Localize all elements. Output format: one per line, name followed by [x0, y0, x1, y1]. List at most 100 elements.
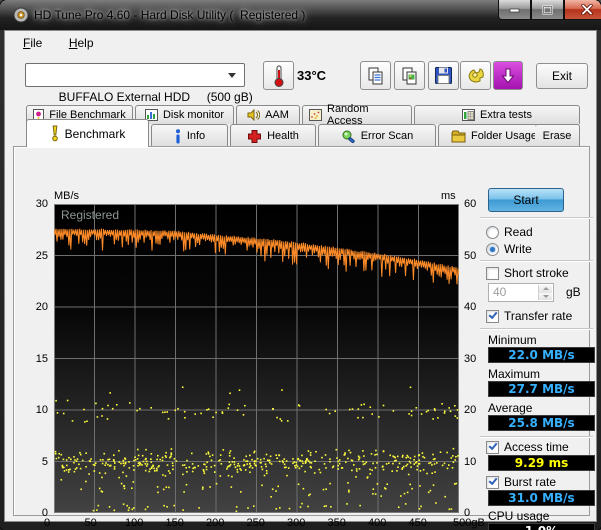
separator	[480, 260, 593, 262]
burst-rate-value: 31.0 MB/s	[488, 490, 595, 506]
tab-label: Folder Usage	[470, 130, 538, 142]
temperature-button[interactable]	[263, 61, 294, 90]
y-right-tick: 60	[464, 198, 477, 210]
checkbox-checked-icon	[486, 475, 499, 489]
tab-label: Extra tests	[480, 109, 532, 121]
drive-select-value: BUFFALO External HDD (500 gB)	[58, 90, 253, 104]
benchmark-chart: Registered	[53, 203, 461, 514]
write-radio[interactable]: Write	[486, 242, 532, 256]
tab-label: Error Scan	[360, 130, 414, 142]
x-tick: 150	[165, 517, 184, 529]
minimum-label: Minimum	[488, 333, 537, 347]
spin-up-icon[interactable]	[539, 285, 552, 293]
short-stroke-spinner[interactable]: 40	[488, 283, 554, 302]
close-button[interactable]	[564, 0, 601, 20]
transfer-rate-checkbox[interactable]: Transfer rate	[486, 309, 572, 323]
menu-help[interactable]: Help	[65, 35, 98, 51]
y-right-tick: 40	[464, 301, 477, 313]
average-value: 25.8 MB/s	[488, 415, 595, 431]
checkbox-icon	[486, 266, 499, 280]
short-stroke-label: Short stroke	[504, 266, 569, 280]
cpu-usage-label: CPU usage	[488, 509, 550, 523]
info-icon	[175, 128, 180, 143]
burst-rate-checkbox[interactable]: Burst rate	[486, 475, 556, 489]
options-icon	[468, 68, 484, 83]
short-stroke-value: 40	[493, 285, 507, 299]
tab-erase-label[interactable]: Erase	[535, 124, 580, 147]
tab-benchmark[interactable]: Benchmark	[26, 119, 149, 147]
tab-label: Info	[186, 130, 206, 142]
y-right-tick: 30	[464, 352, 477, 365]
separator	[480, 436, 593, 438]
menu-file[interactable]: File	[19, 35, 46, 51]
x-tick: 200	[206, 517, 225, 529]
tab-label: Benchmark	[64, 126, 126, 141]
caption-buttons	[498, 0, 601, 20]
minimize-button[interactable]	[498, 0, 531, 20]
app-window: HD Tune Pro 4.60 - Hard Disk Utility ( R…	[0, 0, 601, 530]
hd-tune-logo-icon	[13, 7, 29, 23]
toolbar: BUFFALO External HDD (500 gB) 33°C Exit	[5, 55, 596, 104]
save-button[interactable]	[428, 61, 459, 90]
tab-disk-monitor[interactable]: Disk monitor	[135, 105, 234, 124]
transfer-rate-label: Transfer rate	[504, 309, 573, 323]
write-label: Write	[504, 242, 532, 256]
exit-button[interactable]: Exit	[536, 63, 588, 89]
y-left-tick: 25	[35, 249, 48, 262]
y-left-tick: 15	[35, 352, 48, 365]
short-stroke-unit: gB	[566, 285, 581, 299]
copy-image-button[interactable]	[394, 61, 425, 90]
random-access-icon	[309, 109, 322, 121]
checkbox-checked-icon	[486, 309, 499, 323]
y-right-tick: 50	[464, 249, 477, 262]
y-right-tick: 10	[464, 455, 477, 468]
x-tick: 450	[408, 517, 427, 529]
tab-info[interactable]: Info	[151, 124, 228, 147]
copy-text-button[interactable]	[360, 61, 391, 90]
copy-text-icon	[368, 67, 382, 84]
y-right-tick: 20	[464, 404, 477, 416]
cpu-usage-value: 1.0%	[488, 523, 595, 530]
y-left-axis-title: MB/s	[54, 190, 80, 202]
radio-icon	[486, 225, 499, 239]
y-right-axis-title: ms	[441, 190, 456, 202]
speaker-icon	[247, 109, 261, 121]
spin-down-icon[interactable]	[539, 292, 552, 300]
x-tick: 50	[84, 517, 97, 529]
tab-folder-usage[interactable]: Folder Usage	[438, 124, 550, 147]
spinner-arrows[interactable]	[538, 285, 552, 300]
error-scan-icon	[342, 130, 355, 143]
menu-bar: File Help	[5, 31, 596, 55]
options-button[interactable]	[460, 61, 491, 90]
drive-select-dropdown[interactable]: BUFFALO External HDD (500 gB)	[25, 63, 253, 104]
save-icon	[435, 67, 452, 84]
copy-image-icon	[402, 67, 416, 84]
folder-usage-icon	[451, 130, 466, 142]
tab-extra-tests[interactable]: Extra tests	[414, 105, 580, 124]
read-radio[interactable]: Read	[486, 225, 533, 239]
access-time-checkbox[interactable]: Access time	[486, 440, 569, 454]
access-time-value: 9.29 ms	[488, 455, 595, 471]
title-bar[interactable]: HD Tune Pro 4.60 - Hard Disk Utility ( R…	[0, 0, 601, 30]
y-left-tick: 20	[35, 301, 48, 313]
short-stroke-checkbox[interactable]: Short stroke	[486, 266, 569, 280]
start-button[interactable]: Start	[488, 188, 564, 212]
tab-aam[interactable]: AAM	[236, 105, 300, 124]
tab-label: Erase	[542, 130, 572, 142]
maximize-button[interactable]	[531, 0, 564, 20]
tab-health[interactable]: Health	[230, 124, 316, 147]
chart-plot-area	[53, 203, 461, 514]
x-tick: 300	[287, 517, 306, 529]
y-left-tick: 5	[41, 455, 48, 468]
thermometer-icon	[274, 65, 283, 87]
y-left-tick: 30	[35, 198, 48, 210]
temperature-value: 33°C	[297, 68, 327, 83]
x-tick: 100	[125, 517, 144, 529]
maximize-icon	[542, 5, 553, 14]
x-tick: 250	[246, 517, 265, 529]
tab-random-access[interactable]: Random Access	[302, 103, 412, 127]
update-button[interactable]	[493, 61, 523, 90]
tab-error-scan[interactable]: Error Scan	[318, 124, 436, 147]
x-tick: 400	[368, 517, 387, 529]
minimize-icon	[509, 8, 519, 13]
